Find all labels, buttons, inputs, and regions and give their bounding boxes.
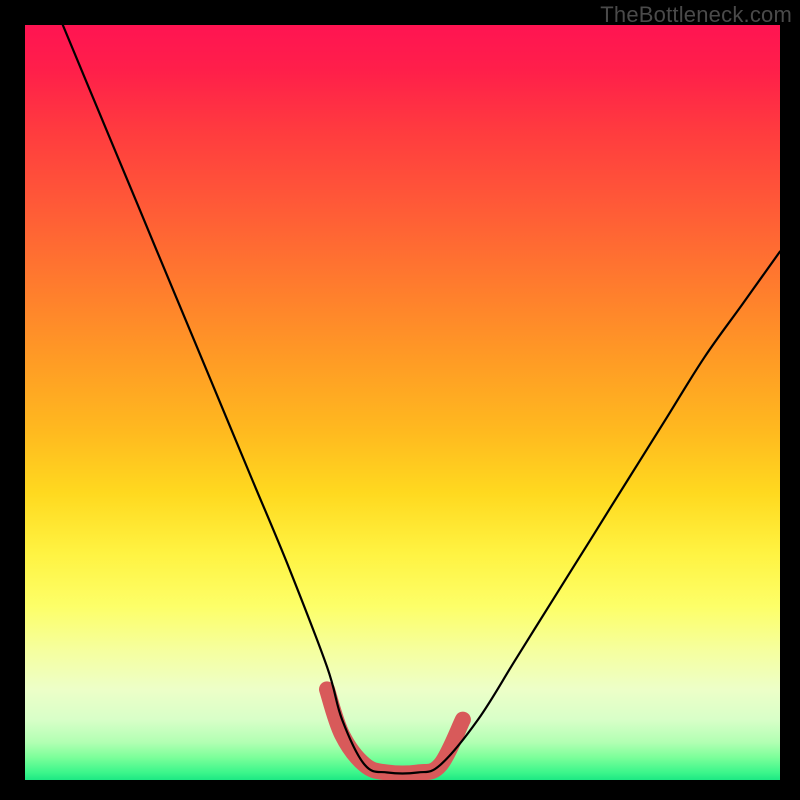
curve-layer	[25, 25, 780, 780]
chart-stage: TheBottleneck.com	[0, 0, 800, 800]
watermark-text: TheBottleneck.com	[600, 2, 792, 28]
bottleneck-curve	[63, 25, 780, 773]
plot-area	[25, 25, 780, 780]
